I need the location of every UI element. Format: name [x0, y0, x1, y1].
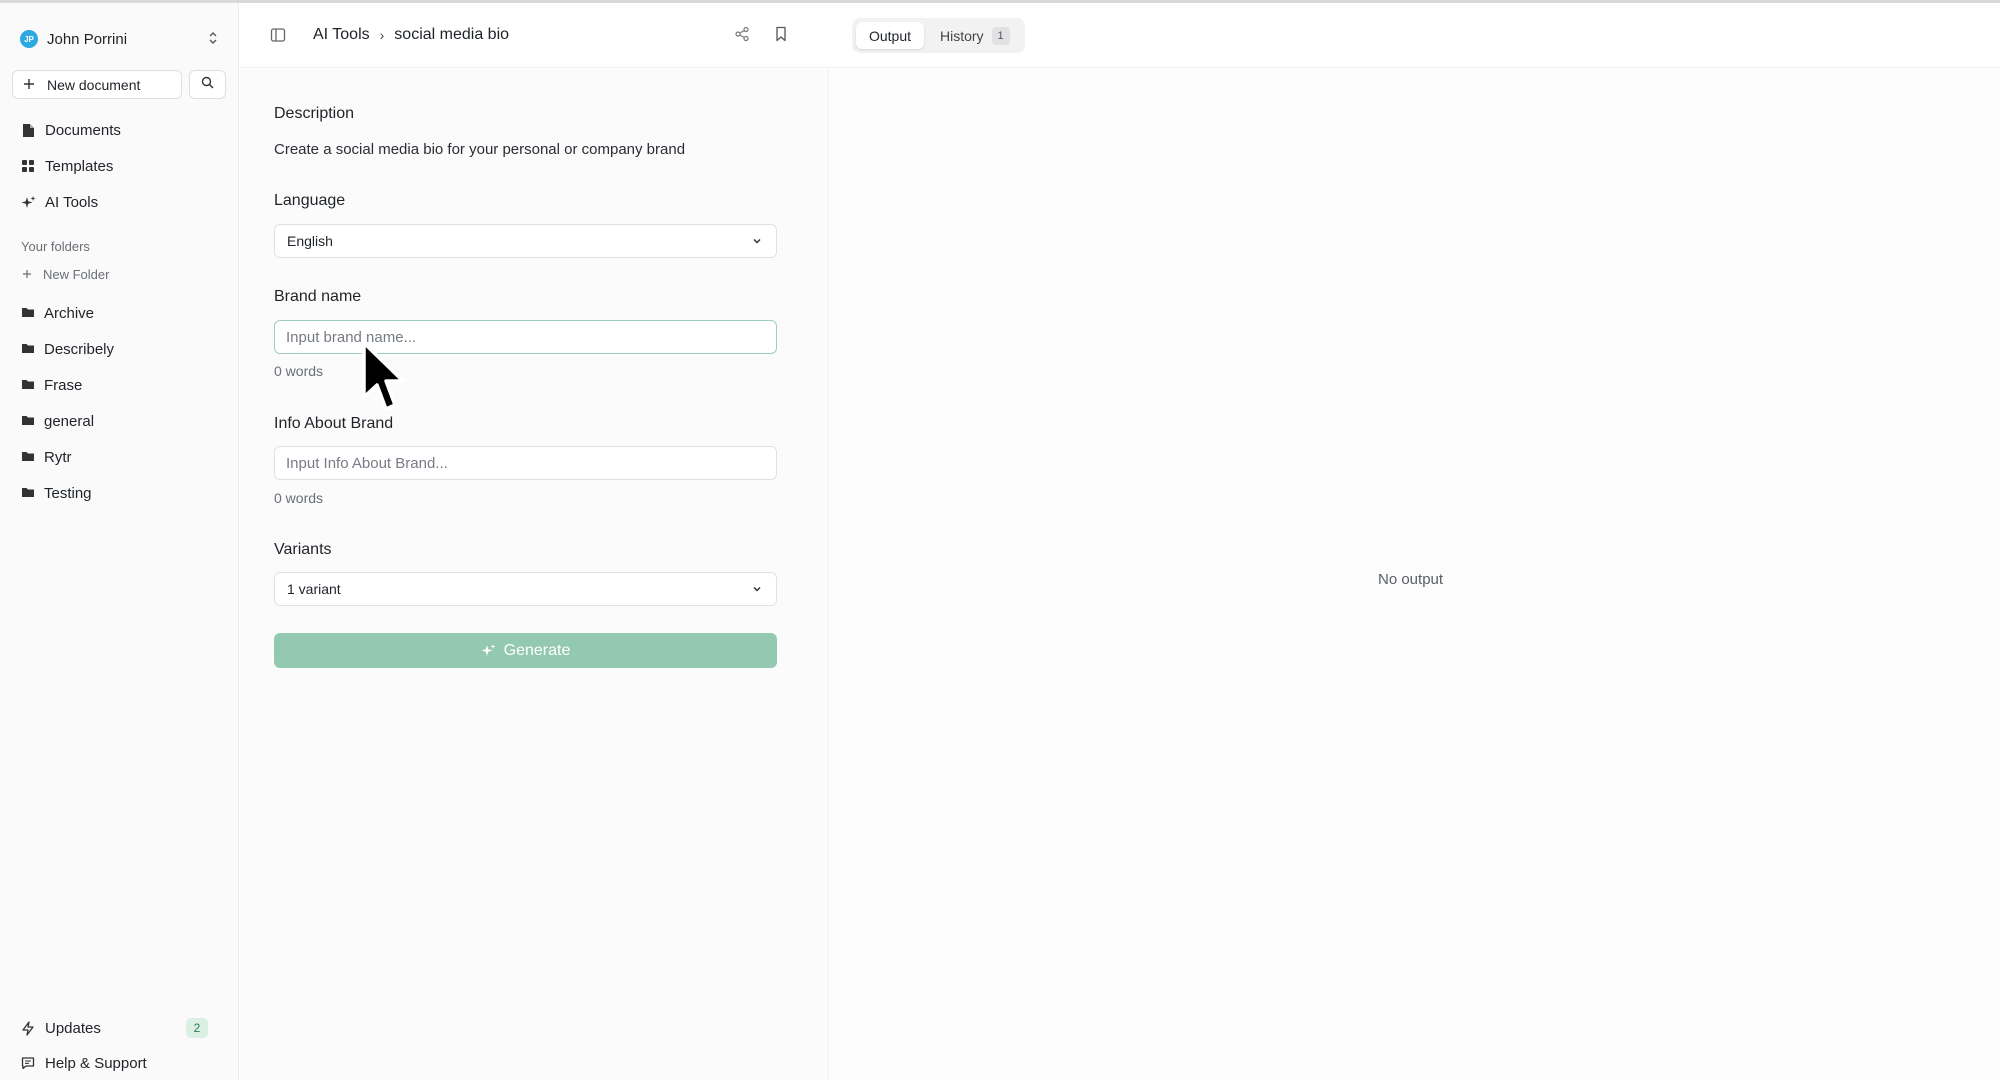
sidebar-item-label: Documents: [45, 121, 121, 139]
chevron-down-icon: [750, 234, 764, 248]
folder-item[interactable]: Archive: [22, 302, 94, 324]
sidebar-item-documents[interactable]: Documents: [20, 118, 121, 142]
language-select[interactable]: English: [274, 224, 777, 258]
info-about-brand-input[interactable]: [274, 446, 777, 480]
sparkle-icon: [20, 194, 36, 210]
folders-section-label: Your folders: [21, 239, 90, 254]
plus-icon: [22, 266, 34, 282]
language-label: Language: [274, 192, 346, 209]
help-support-label: Help & Support: [45, 1054, 147, 1072]
grid-icon: [20, 158, 36, 174]
folder-icon: [22, 485, 34, 502]
sidebar-item-updates[interactable]: Updates: [20, 1016, 101, 1040]
new-document-button[interactable]: New document: [12, 70, 182, 99]
sidebar-item-help-support[interactable]: Help & Support: [20, 1051, 147, 1075]
new-document-label: New document: [47, 76, 141, 93]
variants-label: Variants: [274, 541, 332, 558]
folder-item[interactable]: Frase: [22, 374, 82, 396]
tab-history[interactable]: History 1: [932, 22, 1020, 49]
folder-label: Describely: [44, 340, 115, 358]
folder-icon: [22, 305, 34, 322]
folder-label: general: [44, 412, 95, 430]
info-about-brand-label: Info About Brand: [274, 415, 394, 432]
breadcrumb-ai-tools[interactable]: AI Tools: [313, 26, 370, 44]
chevron-down-icon: [750, 582, 764, 596]
tab-history-label: History: [940, 27, 984, 44]
description-text: Create a social media bio for your perso…: [274, 141, 686, 158]
avatar: JP: [20, 30, 38, 48]
folder-label: Frase: [44, 376, 83, 394]
folder-icon: [22, 377, 34, 394]
info-about-brand-word-count: 0 words: [274, 490, 324, 506]
variants-select[interactable]: 1 variant: [274, 572, 777, 606]
breadcrumb: AI Tools › social media bio: [313, 26, 509, 44]
search-icon: [201, 76, 214, 93]
app-window: JP John Porrini New document Documents T…: [0, 0, 2000, 1080]
folder-item[interactable]: Testing: [22, 482, 92, 504]
history-count-badge: 1: [991, 26, 1010, 45]
updates-label: Updates: [45, 1019, 101, 1037]
new-folder-button[interactable]: New Folder: [22, 266, 109, 282]
bookmark-icon[interactable]: [774, 26, 794, 46]
folder-icon: [22, 341, 34, 358]
folder-icon: [22, 449, 34, 466]
brand-name-label: Brand name: [274, 288, 362, 305]
empty-output-message: No output: [1378, 571, 1444, 588]
sidebar-item-label: AI Tools: [45, 193, 99, 211]
sidebar: JP John Porrini New document Documents T…: [0, 3, 239, 1080]
page-title: social media bio: [394, 26, 510, 43]
chevron-updown-icon: [206, 29, 220, 49]
lightning-icon: [20, 1020, 36, 1036]
folder-item[interactable]: Describely: [22, 338, 114, 360]
description-label: Description: [274, 105, 355, 122]
sidebar-item-label: Templates: [45, 157, 114, 175]
tab-output[interactable]: Output: [856, 22, 924, 49]
new-folder-label: New Folder: [43, 266, 110, 282]
plus-icon: [23, 75, 37, 95]
user-name: John Porrini: [47, 30, 128, 48]
variants-value: 1 variant: [287, 581, 341, 597]
brand-name-word-count: 0 words: [274, 363, 324, 379]
workspace-switcher[interactable]: JP John Porrini: [20, 27, 220, 51]
folder-item[interactable]: Rytr: [22, 446, 72, 468]
sidebar-item-ai-tools[interactable]: AI Tools: [20, 190, 98, 214]
document-icon: [20, 122, 36, 138]
folder-label: Rytr: [44, 448, 72, 466]
output-history-tabs: Output History 1: [852, 18, 1025, 53]
sparkle-icon: [481, 643, 496, 658]
generate-label: Generate: [503, 641, 571, 659]
folder-label: Archive: [44, 304, 95, 322]
sidebar-toggle-icon[interactable]: [270, 27, 288, 45]
brand-name-input[interactable]: [274, 320, 777, 354]
tab-output-label: Output: [868, 27, 912, 44]
language-value: English: [287, 233, 333, 249]
folder-label: Testing: [44, 484, 92, 502]
sidebar-item-templates[interactable]: Templates: [20, 154, 113, 178]
breadcrumb-separator: ›: [379, 27, 385, 43]
generate-button[interactable]: Generate: [274, 633, 777, 668]
updates-count-badge: 2: [186, 1018, 208, 1038]
folder-icon: [22, 413, 34, 430]
share-icon[interactable]: [734, 26, 754, 46]
chat-bubble-icon: [20, 1055, 36, 1071]
search-button[interactable]: [189, 70, 226, 99]
folder-item[interactable]: general: [22, 410, 94, 432]
